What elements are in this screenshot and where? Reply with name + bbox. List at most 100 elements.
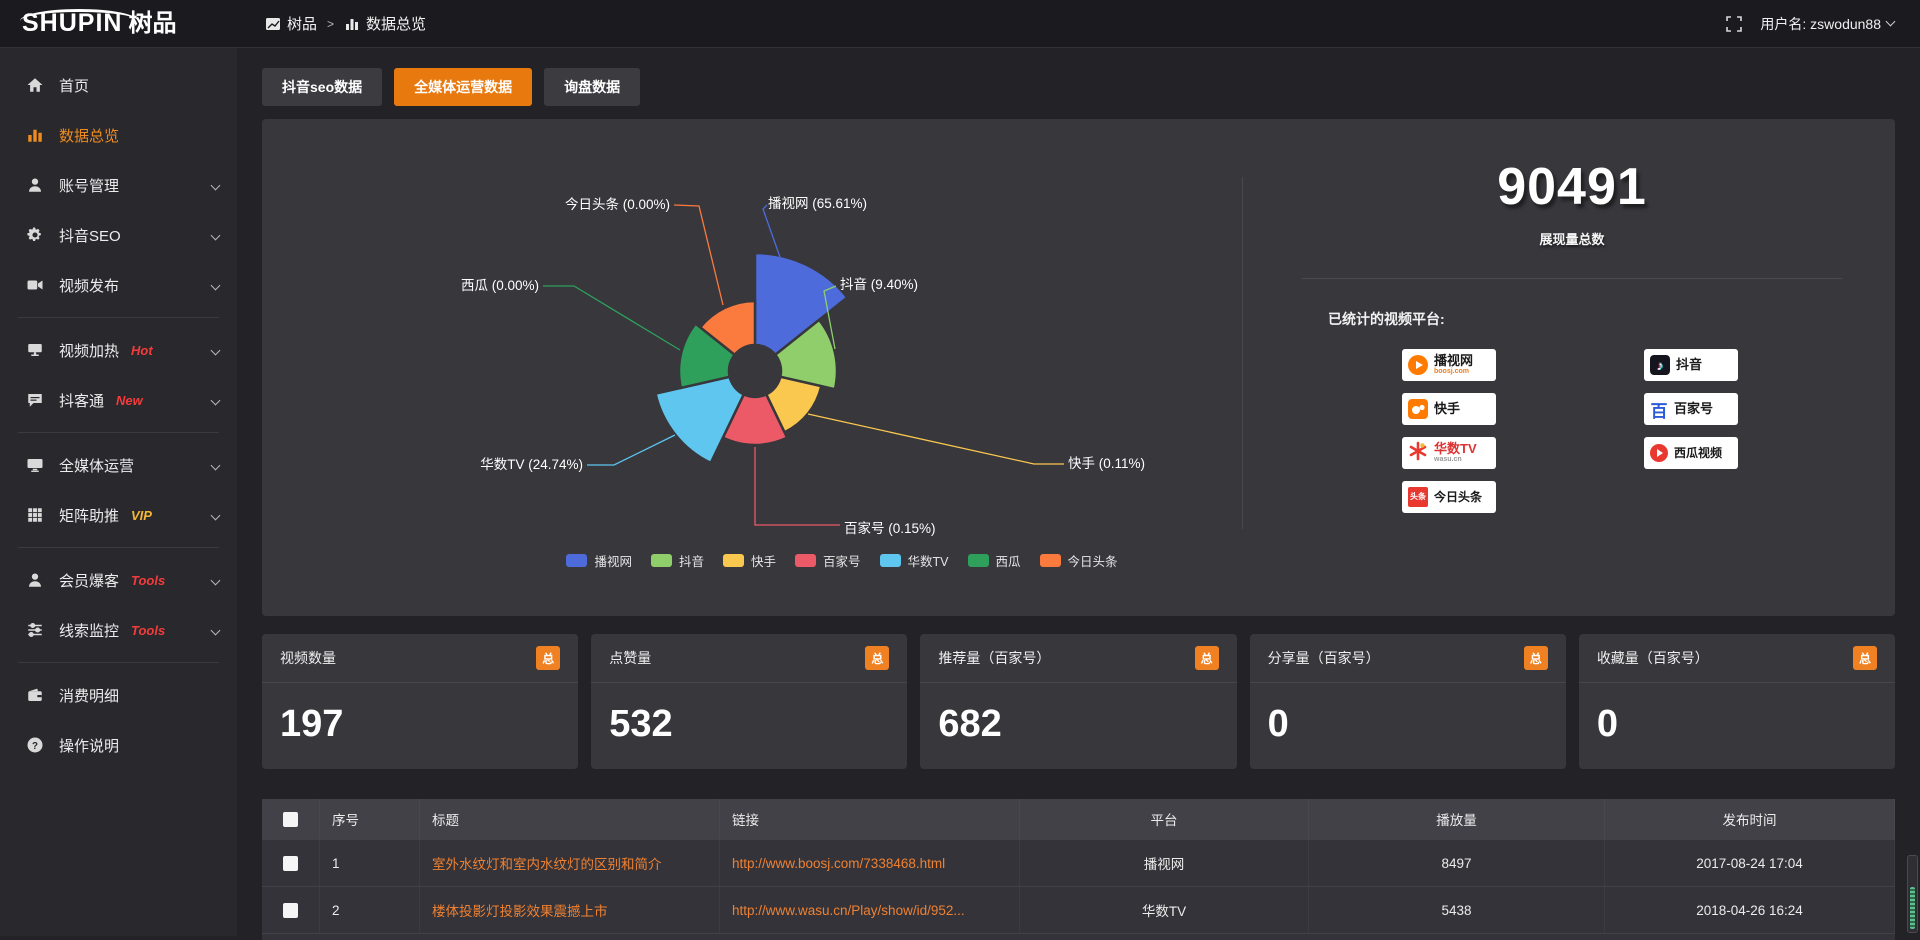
- link-cell: http://www.boosj.com/7338468.html: [720, 840, 1020, 886]
- total-badge: 总: [1524, 646, 1548, 670]
- breadcrumb-current[interactable]: 数据总览: [344, 13, 426, 34]
- pie-label-line: [674, 205, 723, 305]
- platform-badge-douyin: ♪ 抖音: [1644, 349, 1738, 381]
- views-cell: 5438: [1309, 887, 1605, 933]
- index-cell: 2: [320, 887, 420, 933]
- toutiao-icon: 头条: [1408, 487, 1428, 507]
- bar-chart-icon: [26, 126, 44, 144]
- legend-item-抖音[interactable]: 抖音: [651, 551, 704, 570]
- total-badge: 总: [1195, 646, 1219, 670]
- table-header-cell: 播放量: [1309, 799, 1605, 839]
- table-header-cell: 标题: [420, 799, 720, 839]
- sidebar-item-video-heat[interactable]: 视频加热 Hot: [0, 325, 237, 375]
- pie-label-line: [763, 205, 781, 260]
- wallet-icon: [26, 686, 44, 704]
- legend-item-播视网[interactable]: 播视网: [566, 551, 632, 570]
- sliders-icon: [26, 621, 44, 639]
- title-cell: 室外水纹灯和室内水纹灯的区别和简介: [420, 840, 720, 886]
- legend-item-今日头条[interactable]: 今日头条: [1040, 551, 1118, 570]
- boosj-play-icon: [1408, 355, 1428, 375]
- legend-item-快手[interactable]: 快手: [723, 551, 776, 570]
- tools-badge: Tools: [131, 573, 165, 588]
- row-checkbox[interactable]: [283, 856, 298, 871]
- video-title-link[interactable]: 室外水纹灯和室内水纹灯的区别和简介: [432, 853, 662, 873]
- video-url-link[interactable]: http://www.wasu.cn/Play/show/id/952...: [732, 903, 965, 918]
- table-header-cell: 平台: [1020, 799, 1309, 839]
- time-cell: 2018-04-26 16:24: [1605, 887, 1895, 933]
- stat-card-video-count: 视频数量 总 197: [262, 634, 578, 769]
- chevron-down-icon: [211, 345, 221, 355]
- row-checkbox[interactable]: [283, 903, 298, 918]
- pie-label-今日头条: 今日头条 (0.00%): [565, 196, 670, 212]
- platform-badge-boosj: 播视网 boosj.com: [1402, 349, 1496, 381]
- douyin-note-icon: ♪: [1650, 355, 1670, 375]
- pie-label-华数TV: 华数TV (24.74%): [480, 457, 583, 472]
- question-circle-icon: ?: [26, 736, 44, 754]
- video-url-link[interactable]: http://www.boosj.com/7338468.html: [732, 856, 945, 871]
- sidebar-item-video-publish[interactable]: 视频发布: [0, 260, 237, 310]
- legend-item-百家号[interactable]: 百家号: [795, 551, 861, 570]
- xigua-play-icon: [1650, 444, 1668, 462]
- sidebar-item-home[interactable]: 首页: [0, 60, 237, 110]
- tab-douyin-seo-data[interactable]: 抖音seo数据: [262, 68, 382, 106]
- app-logo: SHUPIN 树品: [0, 11, 237, 36]
- legend-item-西瓜[interactable]: 西瓜: [968, 551, 1021, 570]
- legend-label: 华数TV: [908, 551, 949, 570]
- stat-card-likes: 点赞量 总 532: [591, 634, 907, 769]
- pie-label-line: [755, 447, 840, 525]
- sidebar-divider: [18, 662, 219, 663]
- rose-pie-chart[interactable]: 播视网 (65.61%)抖音 (9.40%)快手 (0.11%)百家号 (0.1…: [262, 119, 1242, 616]
- legend-label: 播视网: [594, 551, 632, 570]
- pie-label-line: [543, 286, 680, 350]
- user-icon: [26, 176, 44, 194]
- fullscreen-icon[interactable]: [1726, 16, 1742, 32]
- sidebar-item-matrix-boost[interactable]: 矩阵助推 VIP: [0, 490, 237, 540]
- scrollbar-thumb[interactable]: [1910, 887, 1915, 929]
- views-cell: 8497: [1309, 840, 1605, 886]
- time-cell: 2017-08-24 17:04: [1605, 840, 1895, 886]
- pie-slice-华数TV[interactable]: [656, 377, 744, 463]
- table-header-cell: [262, 799, 320, 839]
- folder-icon: [265, 16, 281, 32]
- chevron-down-icon: [1886, 17, 1896, 27]
- legend-swatch: [566, 554, 587, 567]
- breadcrumb-root[interactable]: 树品: [265, 13, 317, 34]
- summary-divider: [1302, 278, 1842, 279]
- chevron-down-icon: [211, 575, 221, 585]
- total-badge: 总: [865, 646, 889, 670]
- sidebar-item-member-baoke[interactable]: 会员爆客 Tools: [0, 555, 237, 605]
- baijiahao-icon: 百: [1650, 397, 1668, 422]
- sidebar-item-omnimedia[interactable]: 全媒体运营: [0, 440, 237, 490]
- pie-label-line: [808, 414, 1064, 464]
- pie-label-抖音: 抖音 (9.40%): [840, 276, 918, 292]
- tab-bar: 抖音seo数据 全媒体运营数据 询盘数据: [262, 68, 1895, 106]
- tab-inquiry-data[interactable]: 询盘数据: [544, 68, 640, 106]
- legend-label: 快手: [751, 551, 776, 570]
- topbar: SHUPIN 树品 树品 > 数据总览 用户名: zswodun88: [0, 0, 1920, 48]
- chevron-down-icon: [211, 460, 221, 470]
- table-header-cell: 发布时间: [1605, 799, 1895, 839]
- sidebar-item-lead-monitor[interactable]: 线索监控 Tools: [0, 605, 237, 655]
- select-all-checkbox[interactable]: [283, 812, 298, 827]
- total-impressions-value: 90491: [1262, 157, 1882, 217]
- video-camera-icon: [26, 276, 44, 294]
- link-cell: http://www.wasu.cn/Play/show/id/952...: [720, 887, 1020, 933]
- sidebar-item-spend-detail[interactable]: 消费明细: [0, 670, 237, 720]
- video-title-link[interactable]: 楼体投影灯投影效果震撼上市: [432, 900, 608, 920]
- tab-omnimedia-data[interactable]: 全媒体运营数据: [394, 68, 532, 106]
- platforms-title: 已统计的视频平台:: [1328, 309, 1882, 329]
- sidebar-item-account-mgmt[interactable]: 账号管理: [0, 160, 237, 210]
- sidebar: 首页 数据总览 账号管理 抖音SEO 视频发布 视频加热 Hot 抖客通 New…: [0, 48, 237, 936]
- sidebar-item-douyin-seo[interactable]: 抖音SEO: [0, 210, 237, 260]
- legend-swatch: [1040, 554, 1061, 567]
- sidebar-item-douketong[interactable]: 抖客通 New: [0, 375, 237, 425]
- legend-item-华数TV[interactable]: 华数TV: [880, 551, 949, 570]
- sidebar-item-data-overview[interactable]: 数据总览: [0, 110, 237, 160]
- user-menu[interactable]: 用户名: zswodun88: [1760, 14, 1894, 34]
- sidebar-item-help[interactable]: ? 操作说明: [0, 720, 237, 770]
- screen-icon: [26, 341, 44, 359]
- chevron-down-icon: [211, 230, 221, 240]
- stat-cards: 视频数量 总 197 点赞量 总 532 推荐量（百家号） 总 682 分享量（…: [262, 634, 1895, 769]
- platform-badge-kuaishou: 快手: [1402, 393, 1496, 425]
- legend-swatch: [880, 554, 901, 567]
